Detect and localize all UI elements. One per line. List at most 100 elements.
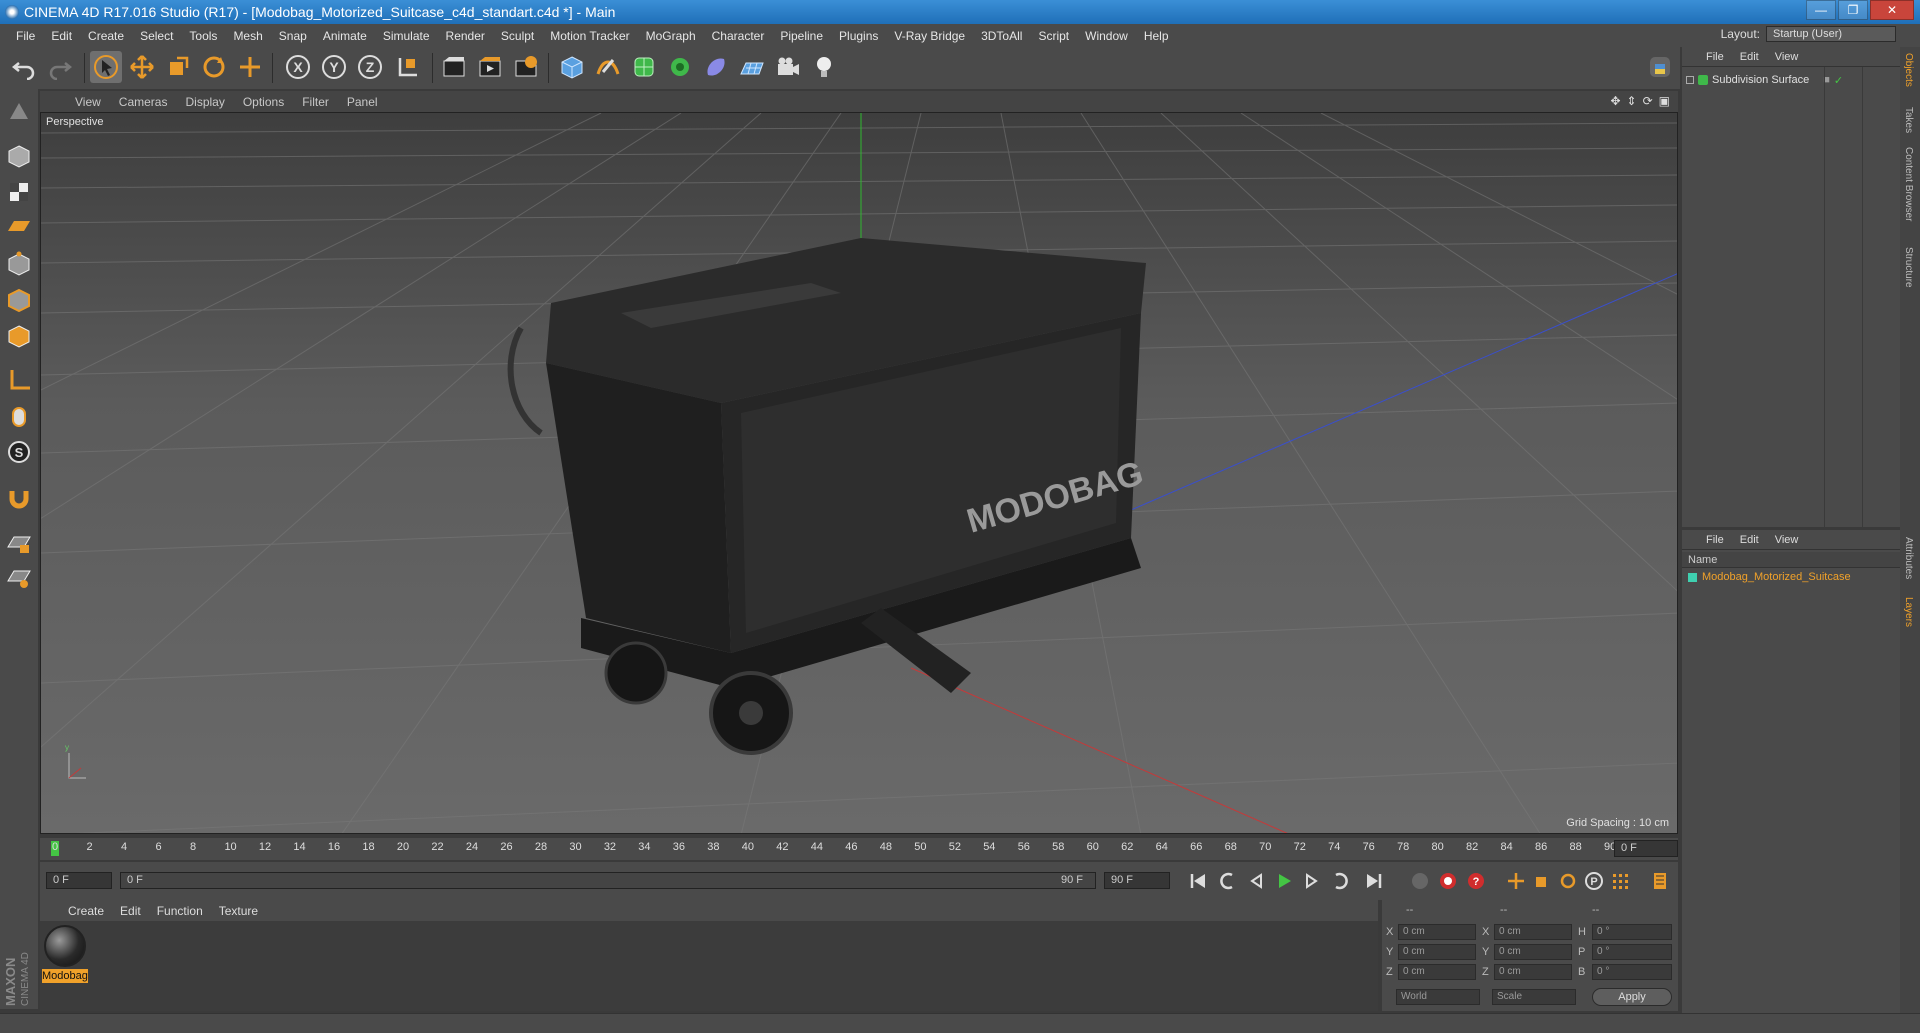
viewport-menu-display[interactable]: Display [176,95,233,109]
material-preview[interactable] [44,925,86,967]
rotate-icon[interactable] [198,51,230,83]
edges-mode-icon[interactable] [4,285,34,315]
object-menu-edit[interactable]: Edit [1732,51,1767,63]
record-active-keys-icon[interactable] [1436,869,1460,893]
viewport-menu-panel[interactable]: Panel [338,95,387,109]
suitcase-model[interactable]: MODOBAG [507,238,1148,755]
render-to-picture-viewer-icon[interactable] [474,51,506,83]
render-settings-icon[interactable] [510,51,542,83]
light-icon[interactable] [808,51,840,83]
perspective-viewport[interactable]: MODOBAG y Perspective Grid Spacing : 10 … [40,112,1678,834]
rotation-h-field[interactable]: 0 ° [1592,924,1672,940]
menu-3dtoall[interactable]: 3DToAll [973,29,1030,43]
record-disabled-icon[interactable] [1408,869,1432,893]
previous-key-icon[interactable] [1216,869,1240,893]
material-menu-function[interactable]: Function [149,904,211,918]
tab-content-browser[interactable]: Content Browser [1903,147,1914,221]
coordinate-mode-dropdown[interactable]: World [1396,989,1480,1005]
object-menu-view[interactable]: View [1767,51,1807,63]
planar-workplane-icon[interactable] [4,563,34,593]
menu-create[interactable]: Create [80,29,132,43]
end-frame-field[interactable]: 90 F [1104,872,1170,889]
lock-workplane-icon[interactable] [4,529,34,559]
menu-edit[interactable]: Edit [43,29,80,43]
menu-snap[interactable]: Snap [271,29,315,43]
current-frame-field[interactable]: 0 F [1614,840,1678,857]
axis-mode-icon[interactable] [4,365,34,395]
key-scale-icon[interactable] [1530,869,1554,893]
previous-frame-icon[interactable] [1244,869,1268,893]
points-mode-icon[interactable] [4,249,34,279]
tab-layers[interactable]: Layers [1903,597,1914,627]
scale-icon[interactable] [162,51,194,83]
orbit-icon[interactable]: ⟳ [1643,94,1653,108]
layer-menu-view[interactable]: View [1767,534,1807,546]
menu-help[interactable]: Help [1136,29,1177,43]
go-to-start-icon[interactable] [1186,869,1210,893]
range-slider[interactable]: 0 F 90 F [120,872,1096,889]
object-enabled-check-icon[interactable]: ✓ [1834,74,1843,87]
size-mode-dropdown[interactable]: Scale [1492,989,1576,1005]
close-button[interactable]: ✕ [1870,0,1914,20]
autokeying-icon[interactable]: ? [1464,869,1488,893]
pan-icon[interactable]: ✥ [1610,94,1620,108]
python-icon[interactable] [1644,51,1676,83]
viewport-menu-view[interactable]: View [66,95,110,109]
undo-icon[interactable] [8,51,40,83]
size-y-field[interactable]: 0 cm [1494,944,1572,960]
menu-motion-tracker[interactable]: Motion Tracker [542,29,637,43]
go-to-end-icon[interactable] [1362,869,1386,893]
select-pointer-icon[interactable] [90,51,122,83]
expand-icon[interactable] [1686,76,1694,84]
y-axis-icon[interactable]: Y [318,51,350,83]
menu-sculpt[interactable]: Sculpt [493,29,542,43]
menu-mesh[interactable]: Mesh [225,29,270,43]
timeline-window-icon[interactable] [1648,869,1672,893]
render-view-icon[interactable] [438,51,470,83]
texture-mode-icon[interactable] [4,177,34,207]
play-icon[interactable] [1272,869,1296,893]
menu-mograph[interactable]: MoGraph [638,29,704,43]
deformer-icon[interactable] [700,51,732,83]
material-menu-edit[interactable]: Edit [112,904,149,918]
key-pla-icon[interactable] [1608,869,1632,893]
key-parameter-icon[interactable]: P [1582,869,1606,893]
camera-icon[interactable] [772,51,804,83]
subdivision-surface-icon[interactable] [628,51,660,83]
position-x-field[interactable]: 0 cm [1398,924,1476,940]
menu-vray-bridge[interactable]: V-Ray Bridge [886,29,973,43]
move-icon[interactable] [126,51,158,83]
workplane-mode-icon[interactable] [4,211,34,241]
spline-pen-icon[interactable] [592,51,624,83]
layer-menu-edit[interactable]: Edit [1732,534,1767,546]
menu-render[interactable]: Render [438,29,493,43]
floor-icon[interactable] [736,51,768,83]
menu-character[interactable]: Character [704,29,773,43]
start-frame-field[interactable]: 0 F [46,872,112,889]
rotation-b-field[interactable]: 0 ° [1592,964,1672,980]
object-menu-file[interactable]: File [1698,51,1732,63]
next-key-icon[interactable] [1328,869,1352,893]
tweak-mode-icon[interactable] [4,401,34,431]
menu-window[interactable]: Window [1077,29,1136,43]
material-name[interactable]: Modobag [42,969,88,983]
menu-select[interactable]: Select [132,29,181,43]
menu-pipeline[interactable]: Pipeline [772,29,831,43]
viewport-menu-filter[interactable]: Filter [293,95,338,109]
menu-script[interactable]: Script [1030,29,1077,43]
minimize-button[interactable]: — [1806,0,1836,20]
tab-structure[interactable]: Structure [1903,247,1914,288]
cloner-icon[interactable] [664,51,696,83]
z-axis-icon[interactable]: Z [354,51,386,83]
layout-dropdown[interactable]: Startup (User) [1766,26,1896,42]
snap-magnet-icon[interactable] [4,483,34,513]
menu-file[interactable]: File [8,29,43,43]
menu-plugins[interactable]: Plugins [831,29,886,43]
maximize-button[interactable]: ❐ [1838,0,1868,20]
object-row[interactable]: Subdivision Surface ■ ✓ [1686,71,1896,89]
menu-tools[interactable]: Tools [181,29,225,43]
layer-menu-file[interactable]: File [1698,534,1732,546]
rotation-p-field[interactable]: 0 ° [1592,944,1672,960]
tab-takes[interactable]: Takes [1903,107,1914,133]
timeline-ruler[interactable]: 0 2 4 6 8 10 12 14 16 18 20 22 24 26 28 30 32 34 36 38 40 42 4… [40,838,1678,860]
